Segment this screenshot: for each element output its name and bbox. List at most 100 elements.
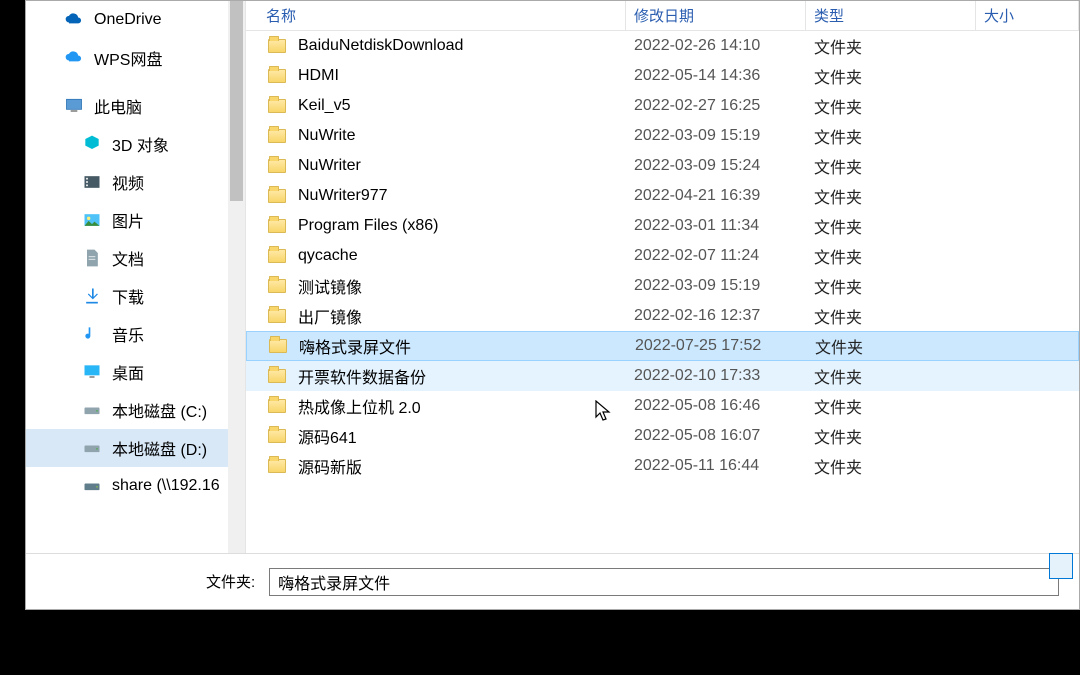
file-type: 文件夹 (806, 364, 976, 388)
file-row[interactable]: 源码6412022-05-08 16:07文件夹 (246, 421, 1079, 451)
music-icon (82, 324, 102, 344)
sidebar-item-0[interactable]: OneDrive (26, 1, 236, 39)
sidebar-item-label: 音乐 (112, 322, 144, 346)
folder-icon (268, 279, 286, 293)
sidebar-item-11[interactable]: 本地磁盘 (D:) (26, 429, 236, 467)
file-name: NuWriter977 (298, 187, 388, 205)
file-name: Keil_v5 (298, 97, 350, 115)
sidebar-scrollbar[interactable] (228, 1, 245, 553)
file-row[interactable]: BaiduNetdiskDownload2022-02-26 14:10文件夹 (246, 31, 1079, 61)
bottom-bar: 文件夹: (26, 553, 1079, 609)
file-date: 2022-05-14 14:36 (626, 67, 806, 85)
folder-icon (268, 459, 286, 473)
file-type: 文件夹 (806, 64, 976, 88)
sidebar-item-label: OneDrive (94, 11, 162, 29)
file-type: 文件夹 (806, 304, 976, 328)
netdrive-icon (82, 476, 102, 496)
folder-input[interactable] (269, 568, 1059, 596)
list-header: 名称 修改日期 类型 大小 (246, 1, 1079, 31)
file-row[interactable]: Keil_v52022-02-27 16:25文件夹 (246, 91, 1079, 121)
ok-button[interactable] (1049, 553, 1073, 579)
folder-icon (268, 99, 286, 113)
folder-icon (268, 69, 286, 83)
file-dialog: OneDrive WPS网盘此电脑 3D 对象视频图片文档下载音乐桌面本地磁盘 (C… (25, 0, 1080, 610)
drive-icon (82, 438, 102, 458)
file-date: 2022-05-11 16:44 (626, 457, 806, 475)
sidebar-item-7[interactable]: 下载 (26, 277, 236, 315)
sidebar-item-4[interactable]: 视频 (26, 163, 236, 201)
folder-icon (268, 159, 286, 173)
file-type: 文件夹 (806, 184, 976, 208)
sidebar-item-label: 本地磁盘 (C:) (112, 398, 207, 422)
file-date: 2022-02-27 16:25 (626, 97, 806, 115)
sidebar-item-label: 视频 (112, 170, 144, 194)
file-name: 源码新版 (298, 454, 362, 478)
file-row[interactable]: NuWriter9772022-04-21 16:39文件夹 (246, 181, 1079, 211)
pictures-icon (82, 210, 102, 230)
sidebar-item-label: 下载 (112, 284, 144, 308)
folder-icon (268, 399, 286, 413)
sidebar-item-10[interactable]: 本地磁盘 (C:) (26, 391, 236, 429)
file-date: 2022-02-07 11:24 (626, 247, 806, 265)
sidebar-item-12[interactable]: share (\\192.16 (26, 467, 236, 505)
sidebar-item-label: 图片 (112, 208, 144, 232)
sidebar-item-label: share (\\192.16 (112, 477, 220, 495)
sidebar-item-5[interactable]: 图片 (26, 201, 236, 239)
3d-icon (82, 134, 102, 154)
sidebar-item-label: 桌面 (112, 360, 144, 384)
list-body: BaiduNetdiskDownload2022-02-26 14:10文件夹H… (246, 31, 1079, 553)
file-name: qycache (298, 247, 358, 265)
drive-icon (82, 400, 102, 420)
file-name: 出厂镜像 (298, 304, 362, 328)
file-row[interactable]: NuWrite2022-03-09 15:19文件夹 (246, 121, 1079, 151)
file-date: 2022-02-26 14:10 (626, 37, 806, 55)
file-date: 2022-03-09 15:24 (626, 157, 806, 175)
column-type[interactable]: 类型 (806, 1, 976, 30)
file-type: 文件夹 (806, 34, 976, 58)
file-row[interactable]: 出厂镜像2022-02-16 12:37文件夹 (246, 301, 1079, 331)
file-row[interactable]: HDMI 2022-05-14 14:36文件夹 (246, 61, 1079, 91)
file-type: 文件夹 (806, 214, 976, 238)
sidebar-item-label: 本地磁盘 (D:) (112, 436, 207, 460)
sidebar-item-9[interactable]: 桌面 (26, 353, 236, 391)
file-row[interactable]: 源码新版2022-05-11 16:44文件夹 (246, 451, 1079, 481)
file-date: 2022-03-01 11:34 (626, 217, 806, 235)
sidebar-item-label: 3D 对象 (112, 132, 169, 156)
file-name: NuWriter (298, 157, 361, 175)
file-type: 文件夹 (806, 154, 976, 178)
sidebar-item-2[interactable]: 此电脑 (26, 87, 236, 125)
file-name: HDMI (298, 67, 339, 85)
sidebar-item-1[interactable]: WPS网盘 (26, 39, 236, 77)
column-name[interactable]: 名称 (246, 1, 626, 30)
column-date[interactable]: 修改日期 (626, 1, 806, 30)
file-row[interactable]: 测试镜像2022-03-09 15:19文件夹 (246, 271, 1079, 301)
file-type: 文件夹 (806, 274, 976, 298)
folder-label: 文件夹: (206, 571, 255, 592)
folder-icon (268, 189, 286, 203)
sidebar-item-3[interactable]: 3D 对象 (26, 125, 236, 163)
cloud-wps-icon (64, 48, 84, 68)
scroll-thumb[interactable] (230, 1, 243, 201)
folder-icon (268, 309, 286, 323)
file-date: 2022-07-25 17:52 (627, 337, 807, 355)
file-row[interactable]: Program Files (x86) 2022-03-01 11:34文件夹 (246, 211, 1079, 241)
file-name: Program Files (x86) (298, 217, 438, 235)
file-name: 热成像上位机 2.0 (298, 394, 421, 418)
documents-icon (82, 248, 102, 268)
file-row[interactable]: 开票软件数据备份2022-02-10 17:33文件夹 (246, 361, 1079, 391)
main-area: OneDrive WPS网盘此电脑 3D 对象视频图片文档下载音乐桌面本地磁盘 (C… (26, 1, 1079, 553)
file-date: 2022-02-10 17:33 (626, 367, 806, 385)
file-row[interactable]: 嗨格式录屏文件2022-07-25 17:52文件夹 (246, 331, 1079, 361)
computer-icon (64, 96, 84, 116)
folder-icon (268, 129, 286, 143)
file-date: 2022-05-08 16:46 (626, 397, 806, 415)
column-size[interactable]: 大小 (976, 1, 1079, 30)
file-date: 2022-03-09 15:19 (626, 127, 806, 145)
file-row[interactable]: NuWriter 2022-03-09 15:24文件夹 (246, 151, 1079, 181)
file-name: 嗨格式录屏文件 (299, 334, 411, 358)
file-row[interactable]: 热成像上位机 2.02022-05-08 16:46文件夹 (246, 391, 1079, 421)
file-row[interactable]: qycache2022-02-07 11:24文件夹 (246, 241, 1079, 271)
sidebar-item-label: WPS网盘 (94, 46, 162, 70)
sidebar-item-6[interactable]: 文档 (26, 239, 236, 277)
sidebar-item-8[interactable]: 音乐 (26, 315, 236, 353)
